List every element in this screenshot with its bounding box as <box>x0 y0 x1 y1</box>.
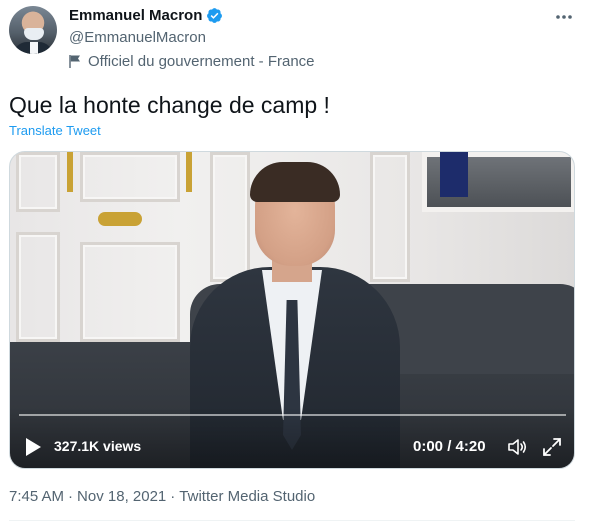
fullscreen-icon[interactable] <box>541 436 563 458</box>
view-count: 327.1K views <box>54 438 142 454</box>
wall-panel <box>370 152 410 282</box>
tweet-meta: 7:45 AM · Nov 18, 2021 · Twitter Media S… <box>9 488 315 505</box>
tweet-time[interactable]: 7:45 AM <box>9 488 64 505</box>
flag-backdrop <box>440 152 468 197</box>
gold-trim <box>67 152 73 192</box>
avatar[interactable] <box>9 6 57 54</box>
gold-handle <box>98 212 142 226</box>
more-dots-icon <box>556 15 572 19</box>
video-progress-bar[interactable] <box>19 414 566 416</box>
tweet-text: Que la honte change de camp ! <box>9 92 330 118</box>
affiliation-label: Officiel du gouvernement - France <box>69 53 315 70</box>
video-player[interactable]: 327.1K views 0:00 / 4:20 <box>9 151 575 469</box>
wall-panel <box>210 152 250 282</box>
meta-separator: · <box>68 488 74 505</box>
flag-icon <box>69 55 80 68</box>
divider <box>9 520 575 521</box>
volume-icon[interactable] <box>506 436 528 458</box>
wall-panel <box>16 152 60 212</box>
tweet-source[interactable]: Twitter Media Studio <box>179 488 315 505</box>
avatar-mask <box>24 28 44 40</box>
wall-panel <box>80 152 180 202</box>
more-button[interactable] <box>553 7 575 27</box>
speaker-hair <box>250 162 340 202</box>
wall-panel <box>80 242 180 342</box>
tweet-date[interactable]: Nov 18, 2021 <box>77 488 166 505</box>
meta-separator: · <box>170 488 176 505</box>
avatar-shirt <box>30 42 38 54</box>
verified-badge-icon <box>207 8 223 23</box>
video-time: 0:00 / 4:20 <box>413 438 486 455</box>
play-icon[interactable] <box>24 437 42 457</box>
wall-panel <box>16 232 60 342</box>
affiliation-text: Officiel du gouvernement - France <box>88 53 315 70</box>
author-handle[interactable]: @EmmanuelMacron <box>69 29 206 46</box>
translate-tweet-link[interactable]: Translate Tweet <box>9 123 101 138</box>
author-name-row[interactable]: Emmanuel Macron <box>69 7 223 24</box>
gold-trim <box>186 152 192 192</box>
display-name[interactable]: Emmanuel Macron <box>69 7 202 24</box>
tweet: Emmanuel Macron @EmmanuelMacron Officiel… <box>0 0 593 523</box>
